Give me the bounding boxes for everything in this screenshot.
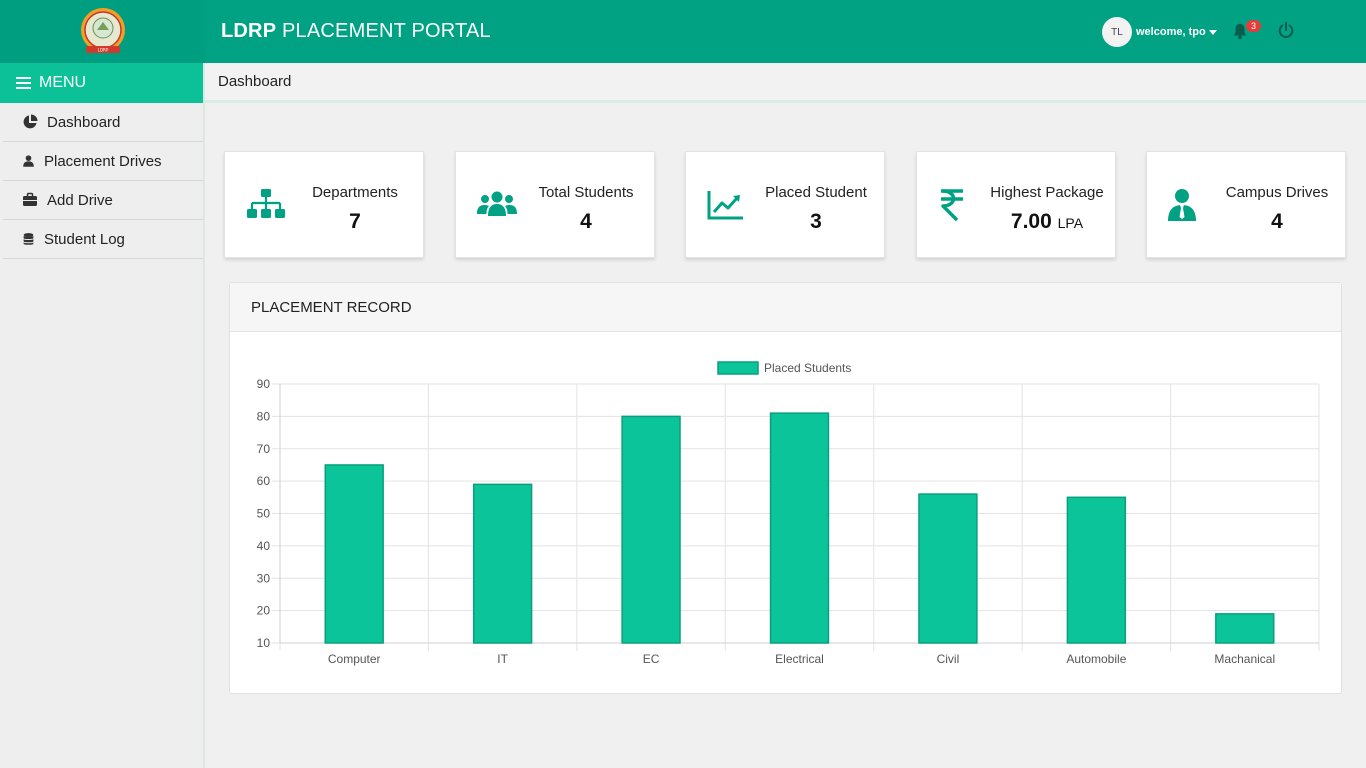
svg-text:LDRP: LDRP [97,47,108,52]
x-tick-label: EC [643,652,660,666]
legend-swatch [717,361,759,375]
power-icon[interactable] [1277,21,1295,39]
legend-label: Placed Students [764,361,851,375]
sidebar-item-placement-drives[interactable]: Placement Drives [3,142,203,181]
bar-it [472,483,533,644]
x-tick-label: Automobile [1066,652,1126,666]
y-tick-label: 60 [257,474,271,488]
briefcase-icon [23,192,37,206]
card-value: 4 [1217,210,1337,234]
menu-label: MENU [39,74,87,91]
placement-bar-chart: Placed Students 10 20 30 40 50 60 70 80 90 Compute… [257,361,1320,666]
chart-line-icon [707,191,743,220]
card-title: Departments [312,184,398,201]
panel-header: PLACEMENT RECORD [230,283,1341,332]
breadcrumb: Dashboard [205,63,1366,103]
notification-badge: 3 [1246,20,1261,32]
database-icon [23,233,34,245]
y-tick-label: 70 [257,442,271,456]
card-value: 7.00 LPA [987,210,1107,234]
card-campus-drives: Campus Drives 4 [1146,151,1346,258]
sidebar-item-student-log[interactable]: Student Log [3,220,203,259]
x-tick-label: Computer [328,652,381,666]
card-value: 4 [526,210,646,234]
panel-title: PLACEMENT RECORD [251,298,412,316]
user-menu[interactable]: TL welcome, tpo [1102,17,1217,47]
y-tick-label: 80 [257,409,271,423]
y-tick-label: 90 [257,377,271,391]
rupee-icon [941,189,963,222]
card-number: 4 [1271,210,1283,233]
breadcrumb-current: Dashboard [218,73,292,90]
user-icon [23,155,34,167]
card-title: Total Students [538,184,634,201]
bar-civil [918,493,978,644]
card-number: 7 [349,210,361,233]
y-tick-label: 10 [257,636,271,650]
sitemap-icon [247,189,285,218]
placement-record-panel: PLACEMENT RECORD Placed Students 10 20 30 40… [229,282,1342,694]
bar-electrical [769,412,830,644]
sidebar-item-dashboard[interactable]: Dashboard [3,103,203,142]
card-title: Highest Package [990,184,1104,201]
sidebar-item-label: Add Drive [47,191,113,209]
pie-chart-icon [23,114,38,129]
bar-automobile [1066,496,1127,644]
card-title: Campus Drives [1225,184,1329,201]
sidebar-item-add-drive[interactable]: Add Drive [3,181,203,220]
x-tick-label: IT [497,652,508,666]
logo-area[interactable]: LDRP [0,0,205,63]
avatar: TL [1102,17,1132,47]
users-icon [477,191,517,216]
card-unit: LPA [1057,215,1084,231]
x-tick-label: Civil [937,652,960,666]
bar-machanical [1215,613,1275,644]
portal-title-bold: LDRP [221,20,277,42]
sidebar-item-label: Student Log [44,230,125,248]
card-number: 4 [580,210,592,233]
college-emblem-icon: LDRP [80,7,125,53]
y-tick-label: 40 [257,539,271,553]
card-departments: Departments 7 [224,151,424,258]
card-value: 7 [295,210,415,234]
portal-title[interactable]: LDRP PLACEMENT PORTAL [221,20,491,43]
sidebar-item-label: Dashboard [47,113,121,131]
user-tie-icon [1168,189,1196,221]
sidebar-item-label: Placement Drives [44,152,162,170]
bar-ec [621,415,681,644]
y-tick-label: 30 [257,571,271,585]
card-highest-package: Highest Package 7.00 LPA [916,151,1116,258]
portal-title-rest: PLACEMENT PORTAL [276,20,491,42]
x-tick-label: Electrical [775,652,824,666]
card-number: 3 [810,210,822,233]
bar-computer [324,464,384,644]
sidebar: MENU Dashboard Placement Drives Add Driv… [0,63,205,768]
y-tick-label: 20 [257,604,271,618]
y-tick-label: 50 [257,507,271,521]
caret-down-icon [1208,29,1217,35]
x-tick-label: Machanical [1214,652,1275,666]
hamburger-icon [16,77,31,89]
card-title: Placed Student [765,184,867,201]
card-value: 3 [756,210,876,234]
welcome-text: welcome, tpo [1136,26,1206,38]
card-placed-student: Placed Student 3 [685,151,885,258]
card-number: 7.00 [1010,210,1052,233]
card-total-students: Total Students 4 [455,151,655,258]
menu-header[interactable]: MENU [0,63,203,103]
